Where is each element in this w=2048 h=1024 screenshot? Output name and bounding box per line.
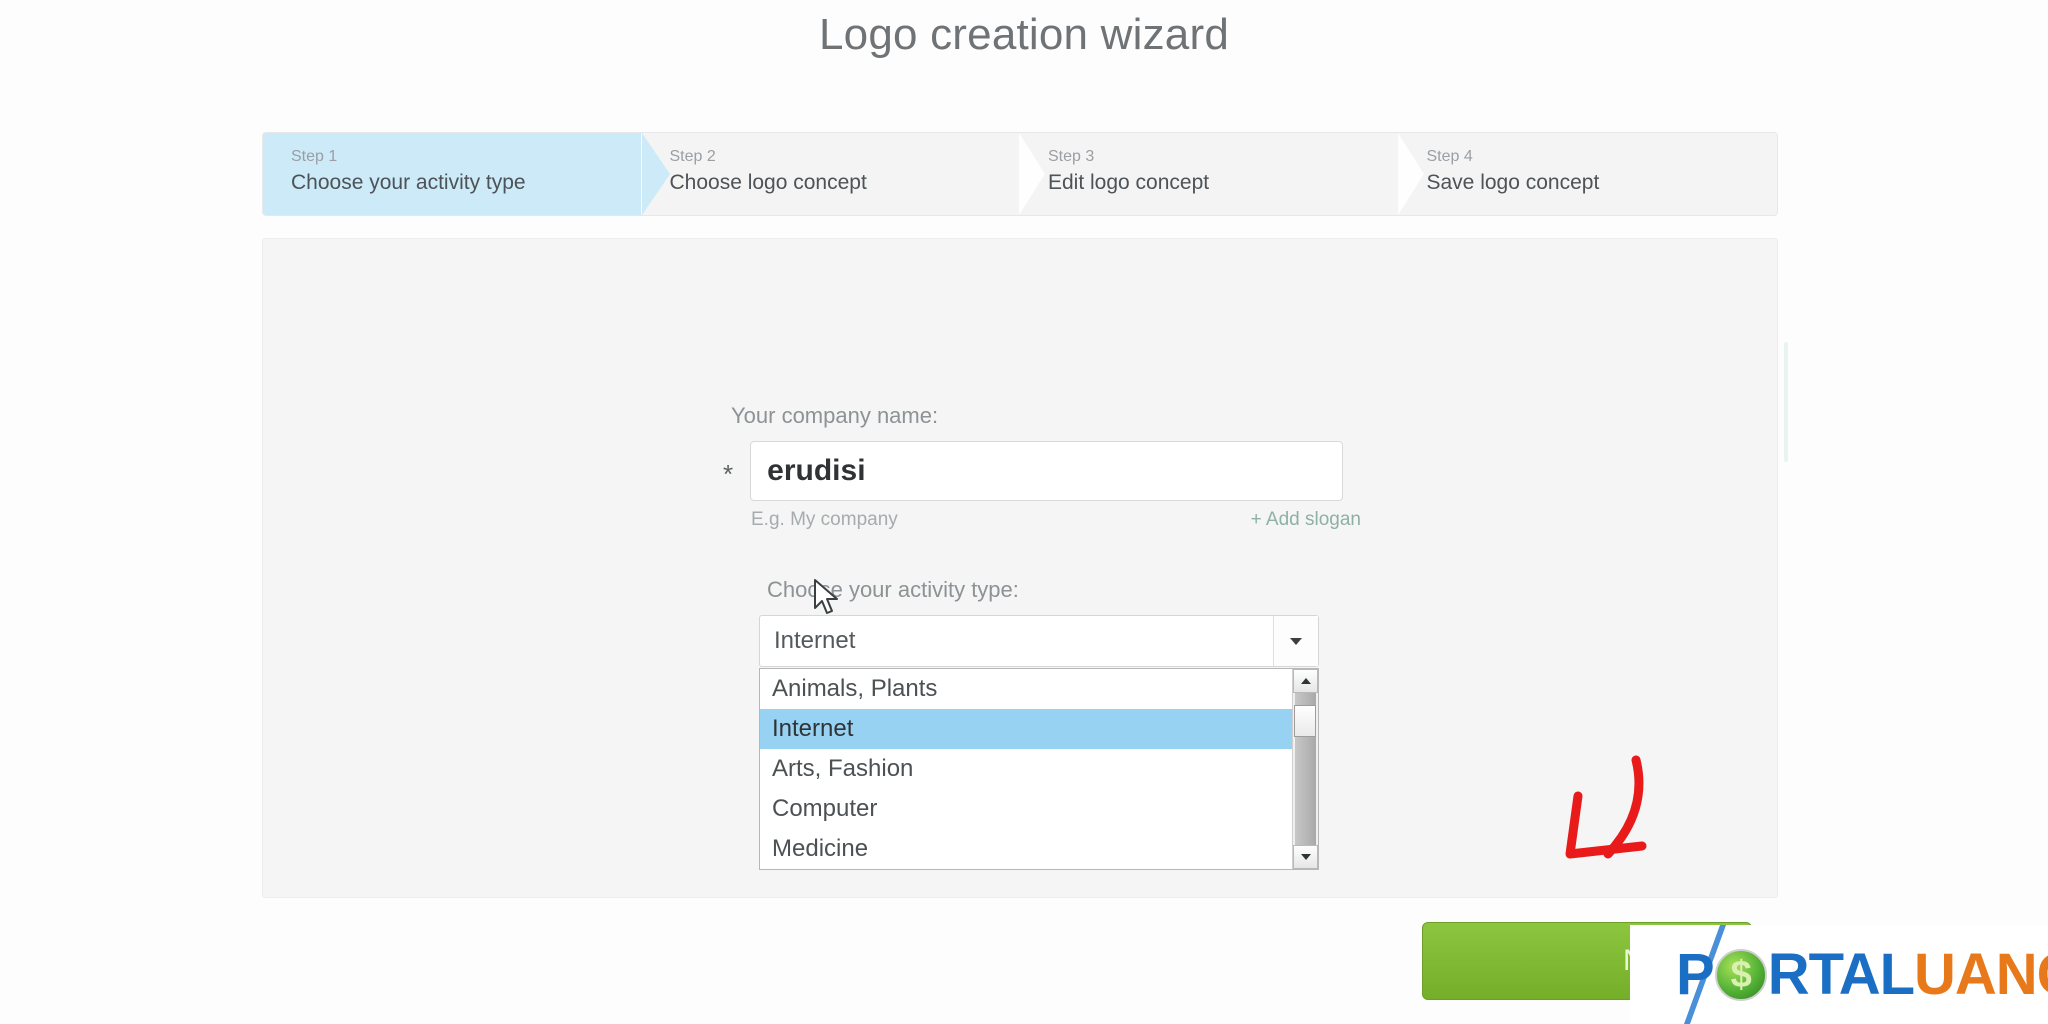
option-internet[interactable]: Internet <box>760 709 1292 749</box>
logo-form: Your company name: * E.g. My company + A… <box>723 401 1361 870</box>
company-name-row: * <box>723 441 1343 501</box>
add-slogan-link[interactable]: + Add slogan <box>1251 509 1361 531</box>
dollar-symbol: $ <box>1730 953 1752 996</box>
option-medicine[interactable]: Medicine <box>760 829 1292 869</box>
option-arts-fashion[interactable]: Arts, Fashion <box>760 749 1292 789</box>
step-4-label: Save logo concept <box>1426 171 1600 194</box>
option-computer[interactable]: Computer <box>760 789 1292 829</box>
watermark-rtal: RTAL <box>1767 941 1915 1007</box>
option-items: Animals, Plants Internet Arts, Fashion C… <box>760 669 1292 869</box>
page-scrollbar[interactable] <box>1784 342 1788 462</box>
company-name-label: Your company name: <box>731 403 939 428</box>
activity-type-block: Choose your activity type: Internet Anim… <box>759 575 1343 870</box>
portaluang-watermark: P $ RTAL UANG <box>1630 925 2048 1024</box>
wizard-container: Step 1 Choose your activity type Step 2 … <box>262 132 1788 898</box>
activity-type-option-list: Animals, Plants Internet Arts, Fashion C… <box>759 668 1319 870</box>
scroll-up-arrow-icon[interactable] <box>1293 669 1318 693</box>
option-list-scrollbar[interactable] <box>1292 669 1318 869</box>
wizard-step-3[interactable]: Step 3 Edit logo concept <box>1019 133 1399 215</box>
wizard-step-1[interactable]: Step 1 Choose your activity type <box>263 133 669 215</box>
wizard-step-2[interactable]: Step 2 Choose logo concept <box>640 133 1020 215</box>
triangle-down-icon <box>1300 854 1311 860</box>
activity-type-label: Choose your activity type: <box>767 577 1019 602</box>
step-2-number: Step 2 <box>669 148 716 165</box>
step-3-number: Step 3 <box>1048 148 1095 165</box>
activity-type-combobox[interactable]: Internet <box>759 615 1319 667</box>
step-1-number: Step 1 <box>291 148 338 165</box>
watermark-uang: UANG <box>1914 941 2048 1007</box>
wizard-content-panel: Your company name: * E.g. My company + A… <box>262 238 1788 898</box>
chevron-down-icon <box>1290 637 1302 645</box>
step-4-number: Step 4 <box>1426 148 1473 165</box>
page-title: Logo creation wizard <box>818 10 1229 59</box>
step-2-label: Choose logo concept <box>669 171 867 194</box>
activity-type-value: Internet <box>774 627 856 654</box>
scrollbar-thumb[interactable] <box>1294 705 1316 737</box>
company-name-input[interactable] <box>750 441 1343 501</box>
step-3-label: Edit logo concept <box>1048 171 1210 194</box>
company-name-hint-row: E.g. My company + Add slogan <box>751 509 1361 531</box>
watermark-p: P <box>1676 941 1715 1007</box>
required-asterisk-icon: * <box>723 459 734 489</box>
wizard-steps: Step 1 Choose your activity type Step 2 … <box>262 132 1778 216</box>
company-name-hint: E.g. My company <box>751 509 898 530</box>
triangle-up-icon <box>1300 678 1311 684</box>
activity-select-wrapper: Internet Animals, Plants Internet Arts, … <box>759 615 1319 870</box>
scroll-down-arrow-icon[interactable] <box>1293 845 1318 869</box>
dollar-coin-icon: $ <box>1714 948 1767 1001</box>
option-animals-plants[interactable]: Animals, Plants <box>760 669 1292 709</box>
watermark-logo-text: P $ RTAL UANG <box>1676 941 2048 1007</box>
wizard-step-4[interactable]: Step 4 Save logo concept <box>1397 133 1777 215</box>
step-1-label: Choose your activity type <box>291 171 526 194</box>
dropdown-toggle-button[interactable] <box>1273 616 1318 666</box>
